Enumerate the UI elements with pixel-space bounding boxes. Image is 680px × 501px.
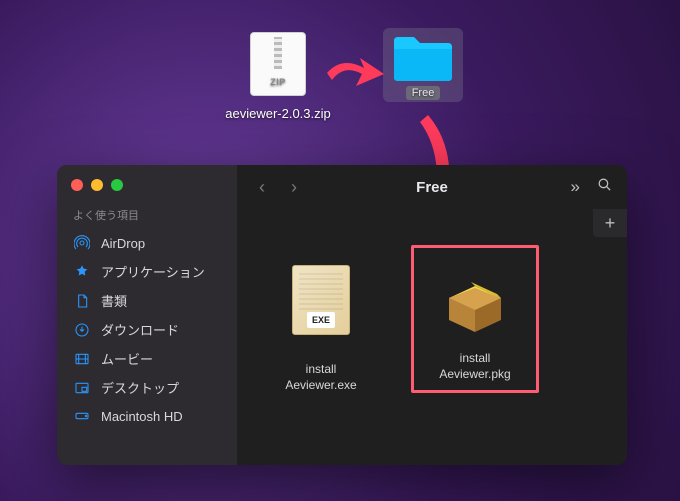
sidebar-item-label: デスクトップ: [101, 378, 179, 397]
minimize-button[interactable]: [91, 179, 103, 191]
zip-icon: ZIP: [242, 28, 314, 100]
downloads-icon: [73, 321, 91, 339]
zip-file[interactable]: ZIP aeviewer-2.0.3.zip: [213, 28, 343, 121]
documents-icon: [73, 292, 91, 310]
folder-icon: [392, 35, 454, 83]
sidebar-item-label: ムービー: [101, 349, 153, 368]
sidebar-item-label: AirDrop: [101, 236, 145, 251]
add-tab-button[interactable]: +: [593, 209, 627, 237]
sidebar-heading: よく使う項目: [57, 207, 237, 229]
sidebar-item-movies[interactable]: ムービー: [57, 344, 237, 373]
file-name-line1: install: [420, 350, 530, 366]
sidebar-item-label: アプリケーション: [101, 262, 205, 281]
file-name-line2: Aeviewer.exe: [261, 377, 381, 393]
file-name-line1: install: [261, 361, 381, 377]
file-install-pkg[interactable]: install Aeviewer.pkg: [420, 254, 530, 382]
folder-name-label: Free: [406, 86, 441, 100]
file-install-exe[interactable]: EXE install Aeviewer.exe: [261, 245, 381, 393]
finder-content: ‹ › Free » + EXE install Aeviewer.exe: [237, 165, 627, 465]
sidebar-item-label: 書類: [101, 291, 127, 310]
finder-window: よく使う項目 AirDrop アプリケーション 書類 ダウンロード ムービー: [57, 165, 627, 465]
zip-filename: aeviewer-2.0.3.zip: [213, 106, 343, 121]
sidebar-item-applications[interactable]: アプリケーション: [57, 257, 237, 286]
window-title: Free: [416, 179, 448, 196]
sidebar-item-documents[interactable]: 書類: [57, 286, 237, 315]
desktop-icon: [73, 379, 91, 397]
airdrop-icon: [73, 234, 91, 252]
finder-sidebar: よく使う項目 AirDrop アプリケーション 書類 ダウンロード ムービー: [57, 165, 237, 465]
file-grid: EXE install Aeviewer.exe: [237, 209, 627, 465]
sidebar-item-label: ダウンロード: [101, 320, 179, 339]
desktop-icons-row: ZIP aeviewer-2.0.3.zip Free: [0, 28, 680, 121]
disk-icon: [73, 407, 91, 425]
highlighted-file: install Aeviewer.pkg: [411, 245, 539, 393]
sidebar-item-macintosh-hd[interactable]: Macintosh HD: [57, 402, 237, 430]
folder-free[interactable]: Free: [383, 28, 467, 121]
finder-toolbar: ‹ › Free »: [237, 165, 627, 209]
file-name-line2: Aeviewer.pkg: [420, 366, 530, 382]
sidebar-item-airdrop[interactable]: AirDrop: [57, 229, 237, 257]
window-controls: [57, 177, 237, 207]
exe-file-icon: EXE: [266, 245, 376, 355]
nav-forward-button[interactable]: ›: [283, 177, 305, 198]
sidebar-item-label: Macintosh HD: [101, 409, 183, 424]
sidebar-list: AirDrop アプリケーション 書類 ダウンロード ムービー デスクトップ: [57, 229, 237, 430]
applications-icon: [73, 263, 91, 281]
pkg-file-icon: [420, 254, 530, 344]
toolbar-more-button[interactable]: »: [571, 177, 580, 197]
close-button[interactable]: [71, 179, 83, 191]
search-button[interactable]: [596, 176, 613, 198]
sidebar-item-desktop[interactable]: デスクトップ: [57, 373, 237, 402]
sidebar-item-downloads[interactable]: ダウンロード: [57, 315, 237, 344]
movies-icon: [73, 350, 91, 368]
zoom-button[interactable]: [111, 179, 123, 191]
nav-back-button[interactable]: ‹: [251, 177, 273, 198]
